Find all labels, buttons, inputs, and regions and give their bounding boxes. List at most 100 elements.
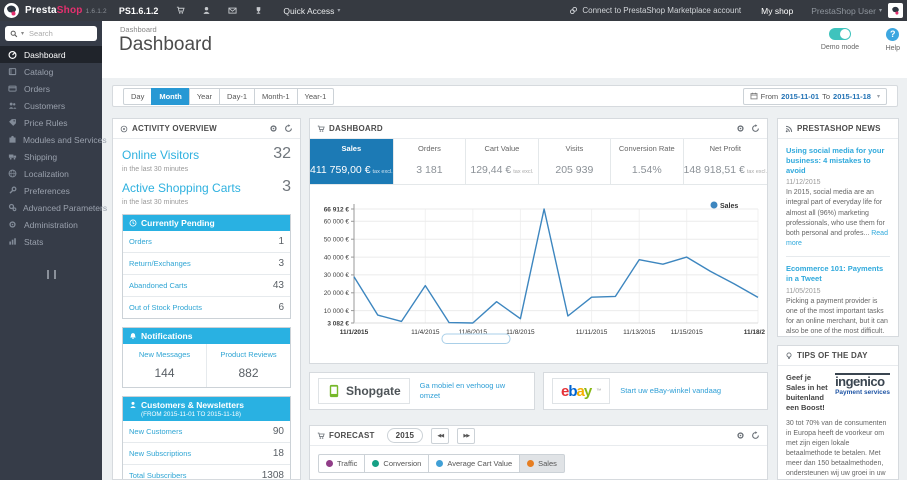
sidebar-item-preferences[interactable]: Preferences (0, 182, 102, 199)
my-shop-link[interactable]: My shop (761, 6, 793, 16)
quick-access-menu[interactable]: Quick Access ▾ (283, 6, 340, 16)
collapse-menu-button[interactable] (0, 266, 102, 284)
badges-icon[interactable] (254, 6, 263, 15)
refresh-icon[interactable] (751, 124, 760, 133)
help-icon: ? (886, 28, 900, 41)
breadcrumb: Dashboard (120, 25, 157, 34)
sidebar-item-localization[interactable]: Localization (0, 165, 102, 182)
shopgate-link[interactable]: Ga mobiel en verhoog uw omzet (420, 381, 526, 401)
ebay-link[interactable]: Start uw eBay-winkel vandaag (620, 386, 721, 396)
sidebar-item-shipping[interactable]: Shipping (0, 148, 102, 165)
legend-dot (326, 460, 333, 467)
next-year-button[interactable]: ▶▶ (457, 427, 476, 444)
chevron-down-icon: ▾ (878, 8, 882, 14)
news-article-title[interactable]: Ecommerce 101: Payments in a Tweet (786, 264, 890, 284)
search-scope-caret[interactable]: ▾ (21, 30, 24, 37)
previous-year-button[interactable]: ◀◀ (431, 427, 450, 444)
stat-link[interactable]: Total Subscribers (129, 471, 187, 479)
marketplace-icon (569, 6, 578, 15)
period-button-month-1[interactable]: Month-1 (254, 87, 298, 105)
sidebar-item-catalog[interactable]: Catalog (0, 63, 102, 80)
notification-new-messages: New Messages 144 (123, 344, 206, 387)
period-button-day[interactable]: Day (123, 87, 153, 105)
svg-text:11/4/2015: 11/4/2015 (411, 329, 440, 336)
stat-link[interactable]: New Subscriptions (129, 449, 191, 458)
cogs-icon (8, 203, 17, 212)
sidebar-item-orders[interactable]: Orders (0, 80, 102, 97)
dashboard-panel: DASHBOARD Sales 411 759,00 € tax excl. Orde… (309, 118, 768, 364)
period-button-day-1[interactable]: Day-1 (219, 87, 256, 105)
customers-icon[interactable] (202, 6, 211, 15)
period-button-year-1[interactable]: Year-1 (296, 87, 335, 105)
read-more-link[interactable]: Read more (786, 230, 888, 247)
gear-icon[interactable] (736, 431, 745, 440)
news-article-title[interactable]: Using social media for your business: 4 … (786, 146, 890, 175)
gear-icon[interactable] (736, 124, 745, 133)
kpi-tab-net-profit[interactable]: Net Profit 148 918,51 € tax excl. (684, 139, 767, 184)
active-carts-value: 3 (282, 178, 291, 195)
kpi-tab-cart-value[interactable]: Cart Value 129,44 € tax excl. (466, 139, 539, 184)
wrench-icon (8, 186, 18, 195)
activity-overview-panel: ACTIVITY OVERVIEW Online Visitors 32 in … (112, 118, 301, 480)
stat-link[interactable]: Product Reviews (209, 350, 288, 359)
stat-link[interactable]: Abandoned Carts (129, 281, 187, 290)
legend-toggle-traffic[interactable]: Traffic (318, 454, 366, 473)
prestashop-news-panel: PRESTASHOP NEWS Using social media for y… (777, 118, 899, 337)
messages-icon[interactable] (228, 6, 237, 15)
topbar: PrestaShop 1.6.1.2 PS1.6.1.2 Quick Access… (0, 0, 907, 21)
stat-link[interactable]: New Customers (129, 427, 182, 436)
cart-icon[interactable] (176, 6, 186, 15)
kpi-tab-sales[interactable]: Sales 411 759,00 € tax excl. (310, 139, 394, 184)
stat-link[interactable]: Return/Exchanges (129, 259, 191, 268)
legend-toggle-sales[interactable]: Sales (519, 454, 565, 473)
sidebar-item-advanced-parameters[interactable]: Advanced Parameters (0, 199, 107, 216)
legend-toggle-conversion[interactable]: Conversion (364, 454, 430, 473)
date-range-picker[interactable]: From 2015-11-01 To 2015-11-18 ▾ (742, 87, 887, 105)
sales-chart: 66 912 € 60 000 € 50 000 € 40 000 € 30 000 €… (310, 185, 767, 351)
sidebar-item-customers[interactable]: Customers (0, 97, 102, 114)
user-menu[interactable]: PrestaShop User ▾ (811, 6, 882, 16)
kpi-tab-conversion-rate[interactable]: Conversion Rate 1.54% (611, 139, 684, 184)
search-input[interactable] (27, 28, 84, 39)
kpi-tab-visits[interactable]: Visits 205 939 (539, 139, 612, 184)
prestashop-logo[interactable] (4, 3, 19, 18)
cart-icon (317, 432, 325, 440)
user-avatar[interactable] (888, 3, 903, 18)
sidebar-item-stats[interactable]: Stats (0, 233, 102, 250)
refresh-icon[interactable] (284, 124, 293, 133)
online-visitors-link[interactable]: Online Visitors (122, 148, 199, 162)
legend-dot (372, 460, 380, 467)
refresh-icon[interactable] (751, 431, 760, 440)
bell-icon (129, 332, 137, 340)
stat-row-abandoned-carts: Abandoned Carts 43 (123, 274, 290, 296)
sidebar-item-administration[interactable]: Administration (0, 216, 102, 233)
sidebar-item-dashboard[interactable]: Dashboard (0, 46, 102, 63)
stat-link[interactable]: Out of Stock Products (129, 303, 202, 312)
sidebar-search[interactable]: ▾ (5, 26, 97, 41)
help-button[interactable]: ? Help (886, 28, 900, 52)
svg-text:11/15/2015: 11/15/2015 (671, 329, 703, 336)
stat-link[interactable]: Orders (129, 237, 152, 246)
sidebar-item-price-rules[interactable]: Price Rules (0, 114, 102, 131)
gear-icon[interactable] (269, 124, 278, 133)
stat-link[interactable]: New Messages (125, 350, 204, 359)
svg-text:Sales: Sales (720, 203, 738, 210)
demo-mode-toggle[interactable] (828, 28, 851, 40)
period-button-month[interactable]: Month (151, 87, 190, 105)
group-icon (8, 101, 18, 110)
period-button-year[interactable]: Year (188, 87, 220, 105)
panel-header: FORECAST 2015 ◀◀ ▶▶ (310, 426, 767, 446)
svg-text:40 000 €: 40 000 € (324, 254, 350, 261)
demo-mode-control: Demo mode (821, 28, 859, 51)
calendar-icon (750, 92, 758, 100)
active-carts-link[interactable]: Active Shopping Carts (122, 181, 241, 195)
legend-dot (527, 460, 535, 467)
stat-row-total-subscribers: Total Subscribers 1308 (123, 464, 290, 479)
kpi-tab-orders[interactable]: Orders 3 181 (394, 139, 467, 184)
tip-body: 30 tot 70% van de consumenten in Europa … (786, 419, 887, 478)
date-filter-bar: Day Month Year Day-1 Month-1 Year-1 From 2015-… (112, 85, 898, 107)
legend-toggle-average-cart-value[interactable]: Average Cart Value (428, 454, 521, 473)
stat-row-orders: Orders 1 (123, 231, 290, 252)
marketplace-link[interactable]: Connect to PrestaShop Marketplace accoun… (569, 6, 741, 15)
sidebar-item-modules-and-services[interactable]: Modules and Services (0, 131, 107, 148)
